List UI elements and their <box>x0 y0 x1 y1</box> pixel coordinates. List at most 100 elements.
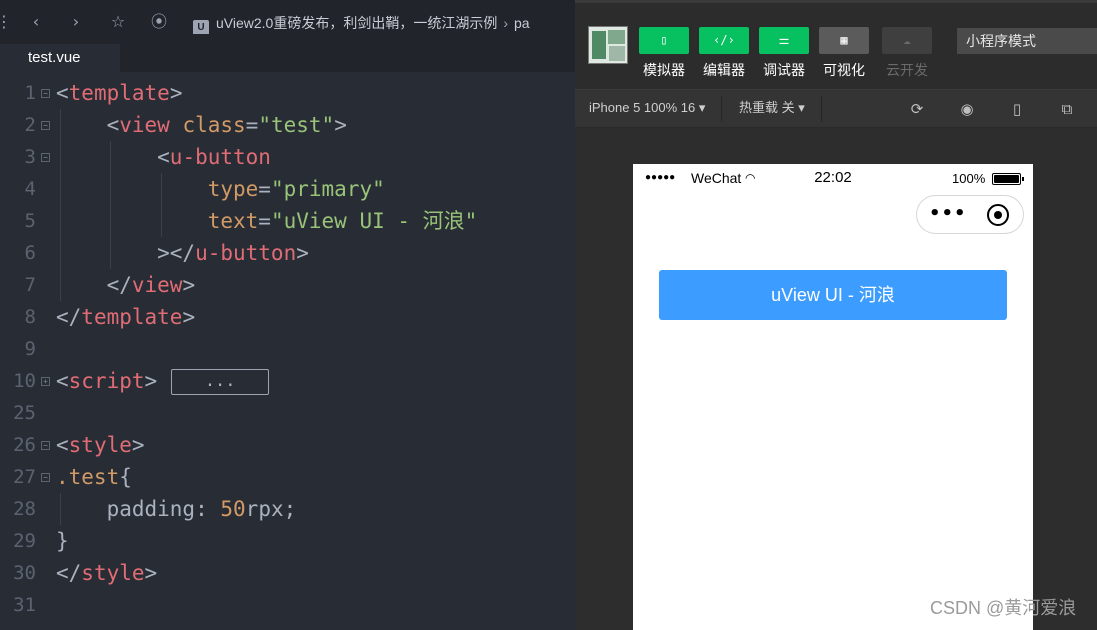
code-line[interactable]: 7 </view> <box>0 269 575 301</box>
line-number: 6 <box>24 242 36 264</box>
code-text: <view class="test"> <box>56 113 347 137</box>
phone-icon: ▯ <box>660 33 668 47</box>
phone-screen: ●●●●● WeChat ◠ 22:02 100% ••• uView UI -… <box>633 164 1033 630</box>
visual-button[interactable]: ▦ <box>819 27 869 54</box>
collapse-fold-icon[interactable]: − <box>41 121 50 130</box>
code-text: } <box>56 529 69 553</box>
code-editor[interactable]: ⋮ ‹ › ☆ ⦿ UuView2.0重磅发布，利剑出鞘，一统江湖示例 › pa t… <box>0 0 575 630</box>
code-text: <style> <box>56 433 145 457</box>
tab-bar: test.vue <box>0 44 575 72</box>
cloud-tool[interactable]: ☁ 云开发 <box>882 27 932 79</box>
code-line[interactable]: 2− <view class="test"> <box>0 109 575 141</box>
forward-icon[interactable]: › <box>66 11 86 33</box>
line-number: 31 <box>13 594 36 616</box>
u-button-primary[interactable]: uView UI - 河浪 <box>659 270 1007 320</box>
hot-reload-select[interactable]: 热重载 关 ▾ <box>739 90 805 128</box>
debugger-tool[interactable]: ⚌ 调试器 <box>759 27 809 79</box>
line-number: 26 <box>13 434 36 456</box>
sliders-icon: ⚌ <box>778 33 790 47</box>
run-icon[interactable]: ⦿ <box>149 11 169 33</box>
line-number: 2 <box>24 114 36 136</box>
line-number: 7 <box>24 274 36 296</box>
window-icon[interactable]: ⧉ <box>1057 99 1077 119</box>
mode-select[interactable]: 小程序模式 <box>957 28 1097 54</box>
code-text: .test{ <box>56 465 132 489</box>
divider <box>821 96 822 122</box>
code-line[interactable]: 30 </style> <box>0 557 575 589</box>
code-text: </template> <box>56 305 196 329</box>
editor-toolbar: ⋮ ‹ › ☆ ⦿ UuView2.0重磅发布，利剑出鞘，一统江湖示例 › pa <box>0 0 575 44</box>
code-line[interactable]: 5 text="uView UI - 河浪" <box>0 205 575 237</box>
debugger-label: 调试器 <box>763 62 805 78</box>
cloud-button[interactable]: ☁ <box>882 27 932 54</box>
simulator-label: 模拟器 <box>643 62 685 78</box>
editor-tool[interactable]: ‹/› 编辑器 <box>699 27 749 79</box>
code-text: padding: 50rpx; <box>56 497 297 521</box>
line-number: 5 <box>24 210 36 232</box>
collapsed-block[interactable]: ... <box>171 369 270 395</box>
code-line[interactable]: 1− <template> <box>0 77 575 109</box>
battery-icon <box>992 173 1024 185</box>
simulator-button[interactable]: ▯ <box>639 27 689 54</box>
divider <box>721 96 722 122</box>
menu-icon[interactable]: ⋮ <box>0 11 14 33</box>
line-number: 10 <box>13 370 36 392</box>
device-icon[interactable]: ▯ <box>1007 99 1027 119</box>
editor-button[interactable]: ‹/› <box>699 27 749 54</box>
code-line[interactable]: 4 type="primary" <box>0 173 575 205</box>
line-number: 1 <box>24 82 36 104</box>
line-number: 28 <box>13 498 36 520</box>
watermark: CSDN @黄河爱浪 <box>930 598 1077 618</box>
code-line[interactable]: 26− <style> <box>0 429 575 461</box>
simulator-tool[interactable]: ▯ 模拟器 <box>639 27 689 79</box>
avatar[interactable] <box>588 26 628 64</box>
code-line[interactable]: 10 + <script>... <box>0 365 575 397</box>
more-icon[interactable]: ••• <box>929 204 967 224</box>
collapse-fold-icon[interactable]: − <box>41 441 50 450</box>
project-icon: U <box>193 20 209 34</box>
device-select[interactable]: iPhone 5 100% 16 ▾ <box>589 90 705 128</box>
visual-label: 可视化 <box>823 62 865 78</box>
code-line[interactable]: 8 </template> <box>0 301 575 333</box>
expand-fold-icon[interactable]: + <box>41 377 50 386</box>
code-line[interactable]: 27− .test{ <box>0 461 575 493</box>
line-number: 9 <box>24 338 36 360</box>
code-line[interactable]: 9 <box>0 333 575 365</box>
code-line[interactable]: 25 <box>0 397 575 429</box>
line-number: 29 <box>13 530 36 552</box>
menu-capsule[interactable]: ••• <box>916 195 1024 234</box>
close-capsule-icon[interactable] <box>987 204 1009 226</box>
code-line[interactable]: 31 <box>0 589 575 621</box>
editor-label: 编辑器 <box>703 62 745 78</box>
visual-tool[interactable]: ▦ 可视化 <box>819 27 869 79</box>
collapse-fold-icon[interactable]: − <box>41 473 50 482</box>
star-icon[interactable]: ☆ <box>108 11 128 33</box>
debugger-button[interactable]: ⚌ <box>759 27 809 54</box>
code-line[interactable]: 29} <box>0 525 575 557</box>
window-strip <box>575 0 1097 3</box>
collapse-fold-icon[interactable]: − <box>41 89 50 98</box>
line-number: 4 <box>24 178 36 200</box>
record-icon[interactable]: ◉ <box>957 99 977 119</box>
back-icon[interactable]: ‹ <box>26 11 46 33</box>
code-text: </view> <box>56 273 196 297</box>
code-text: type="primary" <box>207 177 385 201</box>
tab-test-vue[interactable]: test.vue <box>0 44 120 72</box>
code-line[interactable]: 3− <u-button <box>0 141 575 173</box>
breadcrumb: UuView2.0重磅发布，利剑出鞘，一统江湖示例 › pa <box>193 12 573 34</box>
breadcrumb-next[interactable]: pa <box>514 15 530 31</box>
simulator-toolbar: iPhone 5 100% 16 ▾ 热重载 关 ▾ ⟳ ◉ ▯ ⧉ <box>575 90 1097 128</box>
devtools-toolbar: ▯ 模拟器 ‹/› 编辑器 ⚌ 调试器 ▦ 可视化 ☁ 云开发 小程序模式 <box>575 0 1097 90</box>
code-icon: ‹/› <box>713 33 735 47</box>
refresh-icon[interactable]: ⟳ <box>907 99 927 119</box>
code-text: text="uView UI - 河浪" <box>207 209 478 233</box>
code-text: <u-button <box>56 145 271 169</box>
code-line[interactable]: 6 ></u-button> <box>0 237 575 269</box>
breadcrumb-project[interactable]: uView2.0重磅发布，利剑出鞘，一统江湖示例 <box>216 15 497 31</box>
line-number: 30 <box>13 562 36 584</box>
line-number: 25 <box>13 402 36 424</box>
collapse-fold-icon[interactable]: − <box>41 153 50 162</box>
breadcrumb-separator: › <box>503 15 509 31</box>
code-line[interactable]: 28 padding: 50rpx; <box>0 493 575 525</box>
code-text: ></u-button> <box>56 241 309 265</box>
